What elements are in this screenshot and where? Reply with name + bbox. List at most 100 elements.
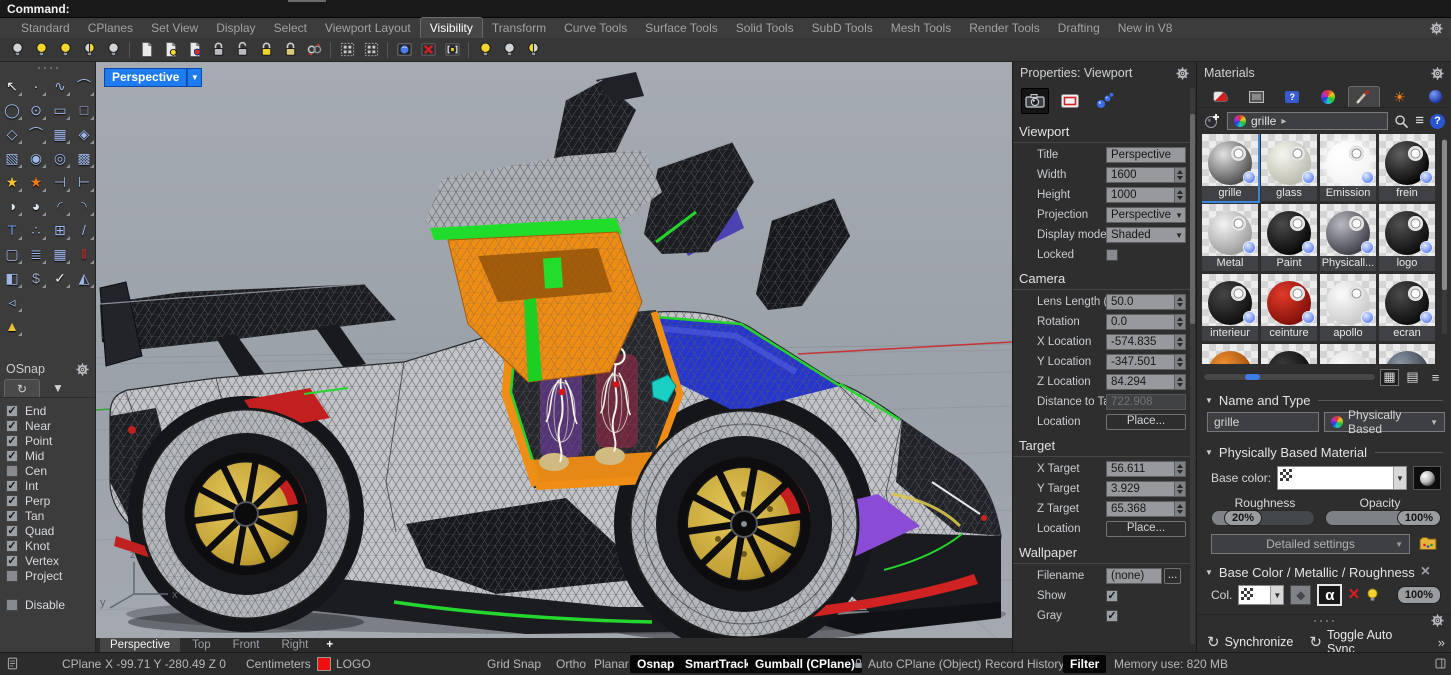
thumbnail-size-slider[interactable] xyxy=(1203,373,1376,381)
tool-blend-curve[interactable]: ◜ xyxy=(48,194,72,218)
tool-ellipse[interactable]: ⊙ xyxy=(24,98,48,122)
checkbox-icon[interactable]: ✓ xyxy=(6,540,18,552)
tool-surface-patch[interactable]: ▦ xyxy=(48,122,72,146)
pbm-header[interactable]: ▼ Physically Based Material xyxy=(1197,442,1451,462)
close-icon[interactable]: × xyxy=(1421,565,1430,579)
select-projection[interactable]: Perspective▼ xyxy=(1106,207,1186,223)
osnap-cen[interactable]: Cen xyxy=(6,463,95,478)
material-tile-frein[interactable]: frein xyxy=(1379,134,1435,201)
viewport-tab-right[interactable]: Right xyxy=(271,638,318,652)
menu-tab-viewport-layout[interactable]: Viewport Layout xyxy=(316,18,420,38)
checkbox-icon[interactable]: ✓ xyxy=(6,435,18,447)
tool-boolean-union[interactable]: ◑ xyxy=(0,194,24,218)
field-lens-length-mm[interactable]: 50.0 xyxy=(1106,294,1175,310)
menu-tab-drafting[interactable]: Drafting xyxy=(1049,18,1109,38)
command-prompt-label[interactable]: Command: xyxy=(7,2,70,16)
checkbox-icon[interactable]: ✓ xyxy=(6,420,18,432)
toolbar-grip[interactable] xyxy=(0,62,95,74)
menu-tab-solid-tools[interactable]: Solid Tools xyxy=(727,18,803,38)
panel-toggle-icon[interactable] xyxy=(1434,657,1447,670)
layer-off-bulb-icon[interactable] xyxy=(498,40,520,60)
tool-extract-surface[interactable]: ◧ xyxy=(0,266,24,290)
field-height[interactable]: 1000 xyxy=(1106,187,1175,203)
viewport-properties-icon[interactable] xyxy=(1021,88,1049,114)
field-x-target[interactable]: 56.611 xyxy=(1106,461,1175,477)
status-ortho[interactable]: Ortho xyxy=(556,657,586,671)
hide-in-doc-icon[interactable] xyxy=(135,40,157,60)
osnap-disable[interactable]: Disable xyxy=(6,597,95,612)
tool-scale-points[interactable]: ⊞ xyxy=(48,218,72,242)
spinner-arrows[interactable] xyxy=(1175,334,1186,350)
synchronize-button[interactable]: ↻Synchronize xyxy=(1207,633,1293,651)
viewport-tab-top[interactable]: Top xyxy=(182,638,221,652)
link-locks-icon[interactable] xyxy=(303,40,325,60)
viewport-title-chip[interactable]: Perspective ▼ xyxy=(104,68,202,87)
select-display-mode[interactable]: Shaded▼ xyxy=(1106,227,1186,243)
osnap-int[interactable]: ✓Int xyxy=(6,478,95,493)
checkbox-locked[interactable] xyxy=(1106,249,1118,261)
material-type-select[interactable]: Physically Based ▼ xyxy=(1324,412,1445,432)
status-osnap[interactable]: Osnap xyxy=(630,655,681,673)
spinner-arrows[interactable] xyxy=(1175,167,1186,183)
viewport-tab-front[interactable]: Front xyxy=(223,638,270,652)
tool-curve-handles[interactable]: ⌒ xyxy=(72,74,96,98)
tab-materials[interactable] xyxy=(1348,86,1380,107)
render-properties-icon[interactable] xyxy=(1091,88,1119,114)
osnap-quad[interactable]: ✓Quad xyxy=(6,523,95,538)
status-cplane[interactable]: CPlane xyxy=(62,657,101,671)
material-tile-paint[interactable]: Paint xyxy=(1261,204,1317,271)
tool-small-flyout[interactable]: ◃ xyxy=(0,290,24,314)
material-tile-partial-4[interactable] xyxy=(1379,344,1435,364)
menu-tab-cplanes[interactable]: CPlanes xyxy=(79,18,142,38)
spinner-arrows[interactable] xyxy=(1175,481,1186,497)
roughness-slider[interactable]: 20% xyxy=(1211,510,1315,526)
texture-amount-value[interactable]: 100% xyxy=(1397,586,1441,604)
hide-in-detail-icon[interactable] xyxy=(417,40,439,60)
isolate-objects-icon[interactable] xyxy=(336,40,358,60)
checkbox-icon[interactable]: ✓ xyxy=(6,510,18,522)
viewport-title-label[interactable]: Perspective xyxy=(104,68,187,87)
material-tile-physicall[interactable]: Physicall... xyxy=(1320,204,1376,271)
field-x-location[interactable]: -574.835 xyxy=(1106,334,1175,350)
button-place[interactable]: Place... xyxy=(1106,521,1186,537)
spinner-arrows[interactable] xyxy=(1175,501,1186,517)
base-color-swatch[interactable]: ▼ xyxy=(1277,466,1407,490)
help-icon[interactable]: ? xyxy=(1430,114,1445,129)
osnap-tan[interactable]: ✓Tan xyxy=(6,508,95,523)
status-record-history[interactable]: Record History xyxy=(985,657,1064,671)
remove-texture-icon[interactable]: × xyxy=(1348,587,1359,603)
status-smarttrack[interactable]: SmartTrack xyxy=(678,655,757,673)
opacity-value[interactable]: 100% xyxy=(1397,510,1441,526)
viewport-title-dropdown-arrow[interactable]: ▼ xyxy=(187,68,202,87)
panel-splitter[interactable] xyxy=(1197,614,1451,626)
status-centimeters[interactable]: Centimeters xyxy=(246,657,311,671)
tool-array-fence[interactable]: ≣ xyxy=(24,242,48,266)
material-tile-apollo[interactable]: apollo xyxy=(1320,274,1376,341)
show-in-doc-icon[interactable] xyxy=(159,40,181,60)
material-tile-glass[interactable]: glass xyxy=(1261,134,1317,201)
status-auto-cplane-object[interactable]: Auto CPlane (Object) xyxy=(868,657,981,671)
checkbox-icon[interactable] xyxy=(6,599,18,611)
menu-tab-select[interactable]: Select xyxy=(265,18,316,38)
tool-primitives[interactable]: ◭ xyxy=(72,266,96,290)
properties-scrollbar[interactable] xyxy=(1190,88,1195,644)
detail-frame-icon[interactable] xyxy=(441,40,463,60)
checkbox-icon[interactable] xyxy=(6,465,18,477)
lock-selected-icon[interactable] xyxy=(255,40,277,60)
tab-environment[interactable] xyxy=(1419,86,1451,107)
spinner-arrows[interactable] xyxy=(1175,374,1186,390)
tool-polyline[interactable]: ▭ xyxy=(48,98,72,122)
opacity-slider[interactable]: 100% xyxy=(1325,510,1441,526)
show-in-detail-icon[interactable] xyxy=(393,40,415,60)
osnap-vertex[interactable]: ✓Vertex xyxy=(6,553,95,568)
menu-tab-render-tools[interactable]: Render Tools xyxy=(960,18,1049,38)
checkbox-icon[interactable]: ✓ xyxy=(6,405,18,417)
tab-colors[interactable] xyxy=(1312,86,1344,107)
menu-tab-set-view[interactable]: Set View xyxy=(142,18,207,38)
tab-sun[interactable]: ☀ xyxy=(1384,86,1416,107)
unisolate-objects-icon[interactable] xyxy=(360,40,382,60)
field-z-location[interactable]: 84.294 xyxy=(1106,374,1175,390)
new-material-icon[interactable] xyxy=(1203,112,1221,130)
hide-toggle-bulb-icon[interactable] xyxy=(6,40,28,60)
name-and-type-header[interactable]: ▼ Name and Type xyxy=(1197,390,1451,410)
